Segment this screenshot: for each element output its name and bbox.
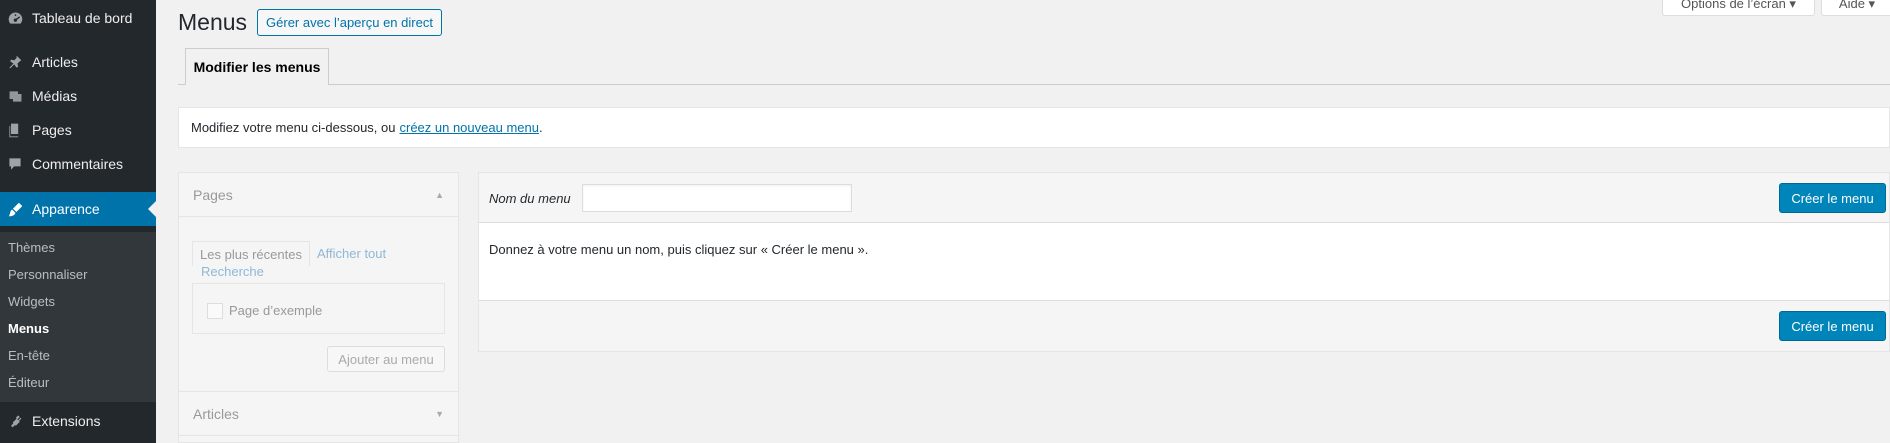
sidebar-item-articles[interactable]: Articles — [0, 45, 156, 79]
menu-instructions: Donnez à votre menu un nom, puis cliquez… — [489, 242, 869, 257]
sidebar-item-label: Apparence — [32, 201, 100, 217]
create-menu-button-bottom[interactable]: Créer le menu — [1779, 311, 1886, 341]
tab-divider — [178, 84, 1890, 85]
sidebar-item-appearance[interactable]: Apparence — [0, 192, 156, 226]
sidebar-item-label: Extensions — [32, 413, 101, 429]
manage-live-preview-button[interactable]: Gérer avec l’aperçu en direct — [257, 9, 442, 36]
menu-name-input[interactable] — [582, 184, 852, 212]
submenu-item-customize[interactable]: Personnaliser — [8, 267, 88, 282]
create-menu-button-top[interactable]: Créer le menu — [1779, 183, 1886, 213]
submenu-item-themes[interactable]: Thèmes — [8, 240, 55, 255]
sidebar-item-comments[interactable]: Commentaires — [0, 147, 156, 181]
submenu-item-header[interactable]: En-tête — [8, 348, 50, 363]
sidebar-item-pages[interactable]: Pages — [0, 113, 156, 147]
screen-options-button[interactable]: Options de l’écran ▾ — [1662, 0, 1815, 16]
sidebar-item-label: Médias — [32, 88, 78, 104]
appearance-submenu: Thèmes Personnaliser Widgets Menus En-tê… — [0, 232, 156, 402]
dashboard-icon — [6, 9, 24, 27]
divider — [179, 216, 458, 217]
sidebar-item-extensions[interactable]: Extensions — [0, 404, 156, 438]
submenu-item-menus[interactable]: Menus — [8, 321, 49, 336]
add-menu-items-accordion: Pages ▲ Les plus récentes Afficher tout … — [178, 172, 459, 443]
menu-editor-panel: Nom du menu Créer le menu Donnez à votre… — [478, 172, 1890, 352]
tab-edit-menus[interactable]: Modifier les menus — [185, 48, 329, 85]
page-title: Menus — [178, 9, 248, 35]
accordion-title: Pages — [193, 186, 233, 203]
accordion-pages-header[interactable]: Pages ▲ — [179, 173, 458, 216]
notice-text: Modifiez votre menu ci-dessous, ou — [191, 120, 396, 135]
menu-editor-footer: Créer le menu — [479, 300, 1889, 351]
accordion-articles-header[interactable]: Articles ▼ — [179, 392, 458, 435]
menu-name-label: Nom du menu — [489, 191, 571, 206]
comment-icon — [6, 155, 24, 173]
tab-search[interactable]: Recherche — [201, 264, 264, 279]
tab-most-recent[interactable]: Les plus récentes — [192, 241, 310, 266]
admin-sidebar: Tableau de bord Articles Médias Pages Co… — [0, 0, 156, 443]
sidebar-item-label: Articles — [32, 54, 78, 70]
pages-list-panel: Page d’exemple — [192, 283, 445, 334]
sample-page-label: Page d’exemple — [229, 303, 323, 318]
pin-icon — [6, 53, 24, 71]
current-arrow — [148, 201, 156, 217]
sidebar-item-label: Commentaires — [32, 156, 124, 172]
sidebar-item-medias[interactable]: Médias — [0, 79, 156, 113]
create-new-menu-link[interactable]: créez un nouveau menu — [399, 120, 538, 135]
manage-menus-notice: Modifiez votre menu ci-dessous, ou créez… — [178, 107, 1890, 148]
expand-arrow-icon: ▼ — [435, 408, 444, 419]
pages-icon — [6, 121, 24, 139]
tab-view-all[interactable]: Afficher tout — [317, 246, 386, 261]
notice-end: . — [538, 120, 543, 135]
sidebar-item-dashboard[interactable]: Tableau de bord — [0, 1, 156, 35]
collapse-arrow-icon: ▲ — [435, 189, 444, 200]
submenu-item-editor[interactable]: Éditeur — [8, 375, 49, 390]
submenu-item-widgets[interactable]: Widgets — [8, 294, 55, 309]
menu-editor-header: Nom du menu Créer le menu — [479, 173, 1889, 223]
accordion-title: Articles — [193, 405, 239, 422]
plugin-icon — [6, 412, 24, 430]
sidebar-item-label: Pages — [32, 122, 72, 138]
brush-icon — [6, 200, 24, 218]
sidebar-item-label: Tableau de bord — [32, 10, 133, 26]
help-button[interactable]: Aide ▾ — [1821, 0, 1890, 16]
add-to-menu-button[interactable]: Ajouter au menu — [327, 346, 445, 372]
sample-page-checkbox[interactable] — [207, 303, 223, 319]
divider — [179, 435, 458, 436]
media-icon — [6, 87, 24, 105]
